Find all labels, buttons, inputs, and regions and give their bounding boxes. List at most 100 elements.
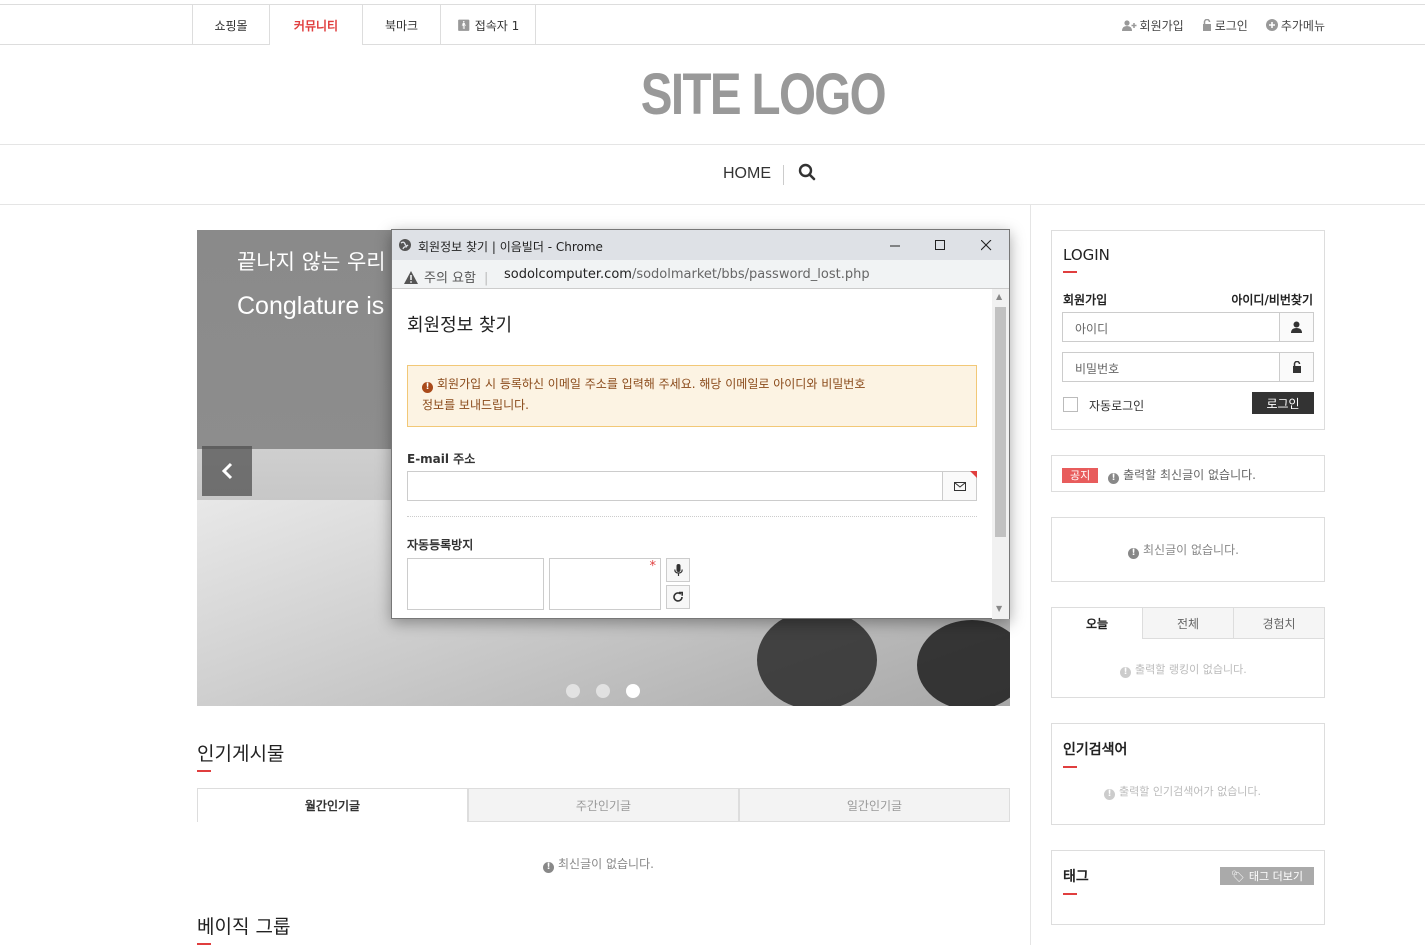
user-icon: [1279, 313, 1313, 341]
login-link[interactable]: 로그인: [1202, 17, 1248, 34]
title-underline: [1063, 271, 1077, 273]
column-divider: [1030, 205, 1031, 945]
tab-experience[interactable]: 경험치: [1234, 608, 1324, 639]
popular-empty-message: ! 최신글이 없습니다.: [543, 855, 654, 873]
password-placeholder: 비밀번호: [1075, 362, 1120, 376]
nav-home[interactable]: HOME: [723, 165, 771, 183]
user-plus-icon: [1121, 19, 1137, 31]
scroll-down-arrow-icon[interactable]: ▼: [996, 604, 1002, 613]
popup-titlebar: 회원정보 찾기 | 이음빌더 - Chrome: [392, 230, 1009, 260]
tab-today[interactable]: 오늘: [1052, 608, 1143, 639]
basic-group-title: 베이직 그룹: [197, 916, 291, 938]
scrollbar-thumb[interactable]: [995, 307, 1006, 537]
captcha-image: [407, 558, 544, 610]
ranking-empty-message: ! 출력할 랭킹이 없습니다.: [1120, 661, 1247, 678]
login-link-label: 로그인: [1214, 18, 1248, 33]
close-button[interactable]: [975, 234, 997, 256]
maximize-icon: [934, 239, 945, 250]
exclamation-icon: !: [1128, 548, 1139, 559]
notice-box: 공지 ! 출력할 최신글이 없습니다.: [1051, 455, 1325, 492]
join-link-sidebar[interactable]: 회원가입: [1063, 291, 1107, 308]
tab-shopping-mall[interactable]: 쇼핑몰: [192, 5, 269, 45]
envelope-icon: [942, 471, 977, 500]
plus-circle-icon: [1265, 18, 1278, 31]
auto-login-checkbox[interactable]: [1063, 397, 1078, 412]
captcha-label: 자동등록방지: [407, 538, 474, 552]
globe-icon: [399, 239, 411, 251]
alert-text-line1: 회원가입 시 등록하신 이메일 주소를 입력해 주세요. 해당 이메일로 아이디…: [437, 377, 866, 391]
tag-box: 태그 🏷︎ 태그 더보기: [1051, 850, 1325, 925]
person-icon: 🚹︎: [456, 18, 471, 32]
notice-badge: 공지: [1062, 468, 1099, 483]
find-account-popup: 회원정보 찾기 | 이음빌더 - Chrome 주의 요함 | sodolcomp…: [391, 229, 1010, 619]
latest-box: ! 최신글이 없습니다.: [1051, 517, 1325, 582]
more-tags-button[interactable]: 🏷︎ 태그 더보기: [1220, 867, 1314, 885]
security-warning[interactable]: 주의 요함 |: [404, 267, 488, 286]
ranking-box: 오늘 전체 경험치 ! 출력할 랭킹이 없습니다.: [1051, 607, 1325, 698]
required-asterisk: *: [649, 559, 657, 574]
search-empty-text: 출력할 인기검색어가 없습니다.: [1119, 785, 1262, 798]
site-logo[interactable]: SITE LOGO: [640, 61, 886, 128]
username-input[interactable]: 아이디: [1062, 312, 1314, 342]
slide-image-object: [757, 610, 877, 706]
logo-area: SITE LOGO: [0, 45, 1425, 145]
url-domain: sodolcomputer.com: [504, 267, 632, 282]
search-icon[interactable]: [798, 163, 816, 184]
join-link-label: 회원가입: [1139, 18, 1184, 33]
close-icon: [980, 239, 991, 250]
tab-weekly[interactable]: 주간인기글: [468, 788, 739, 822]
title-underline: [1063, 766, 1077, 768]
tab-monthly[interactable]: 월간인기글: [197, 788, 468, 822]
popup-heading: 회원정보 찾기: [407, 315, 513, 336]
popup-address-bar[interactable]: 주의 요함 | sodolcomputer.com/sodolmarket/bbs…: [392, 260, 1009, 289]
login-button[interactable]: 로그인: [1252, 392, 1314, 414]
slider-dot-2[interactable]: [596, 684, 610, 698]
popular-search-title: 인기검색어: [1063, 742, 1128, 758]
top-right-links: 회원가입 로그인 추가메뉴: [1121, 5, 1325, 45]
maximize-button[interactable]: [929, 234, 951, 256]
tab-daily[interactable]: 일간인기글: [739, 788, 1010, 822]
join-link[interactable]: 회원가입: [1121, 17, 1184, 34]
tab-community[interactable]: 커뮤니티: [269, 5, 362, 45]
notice-row: 공지 ! 출력할 최신글이 없습니다.: [1062, 466, 1256, 484]
alert-text-line2: 정보를 보내드립니다.: [422, 398, 529, 412]
email-input[interactable]: [407, 471, 977, 501]
slide-text-english: Conglature is: [237, 292, 385, 320]
slider-dot-1[interactable]: [566, 684, 580, 698]
more-menu-label: 추가메뉴: [1280, 18, 1325, 33]
find-account-link[interactable]: 아이디/비번찾기: [1231, 291, 1313, 308]
username-placeholder: 아이디: [1075, 322, 1109, 336]
main-nav: HOME: [0, 145, 1425, 205]
exclamation-icon: !: [543, 862, 554, 873]
section-divider: [407, 516, 977, 517]
slide-text-korean: 끝나지 않는 우리: [237, 250, 386, 274]
captcha-refresh-button[interactable]: [666, 585, 690, 609]
minimize-button[interactable]: [884, 234, 906, 256]
ranking-empty-text: 출력할 랭킹이 없습니다.: [1135, 663, 1247, 676]
tag-box-title: 태그: [1063, 869, 1089, 885]
password-input[interactable]: 비밀번호: [1062, 352, 1314, 382]
exclamation-icon: !: [1108, 473, 1120, 484]
visitors-label: 접속자 1: [474, 18, 520, 33]
exclamation-icon: !: [1120, 667, 1131, 678]
captcha-input[interactable]: *: [549, 558, 661, 610]
latest-empty-text: 최신글이 없습니다.: [1143, 543, 1239, 557]
popup-content: 회원정보 찾기 ! 회원가입 시 등록하신 이메일 주소를 입력해 주세요. 해당…: [392, 289, 992, 619]
scroll-up-arrow-icon[interactable]: ▲: [996, 292, 1002, 301]
popup-scrollbar[interactable]: ▲ ▼: [992, 289, 1009, 619]
tab-all[interactable]: 전체: [1143, 608, 1234, 639]
popular-tabs: 월간인기글 주간인기글 일간인기글: [197, 788, 1010, 822]
refresh-icon: [673, 591, 683, 602]
security-warning-text: 주의 요함: [424, 271, 476, 286]
tab-bookmark[interactable]: 북마크: [362, 5, 440, 45]
slider-dot-3[interactable]: [626, 684, 640, 698]
email-label: E-mail 주소: [407, 452, 476, 466]
tab-visitors[interactable]: 🚹︎ 접속자 1: [440, 5, 536, 45]
notice-text: 출력할 최신글이 없습니다.: [1123, 468, 1256, 482]
title-underline: [1063, 893, 1077, 895]
captcha-audio-button[interactable]: [666, 558, 690, 582]
latest-empty-message: ! 최신글이 없습니다.: [1128, 541, 1239, 559]
slider-prev-button[interactable]: [202, 446, 252, 496]
top-bar: 쇼핑몰 커뮤니티 북마크 🚹︎ 접속자 1 회원가입 로그인 추가메뉴: [0, 4, 1425, 45]
more-menu-link[interactable]: 추가메뉴: [1265, 17, 1325, 34]
